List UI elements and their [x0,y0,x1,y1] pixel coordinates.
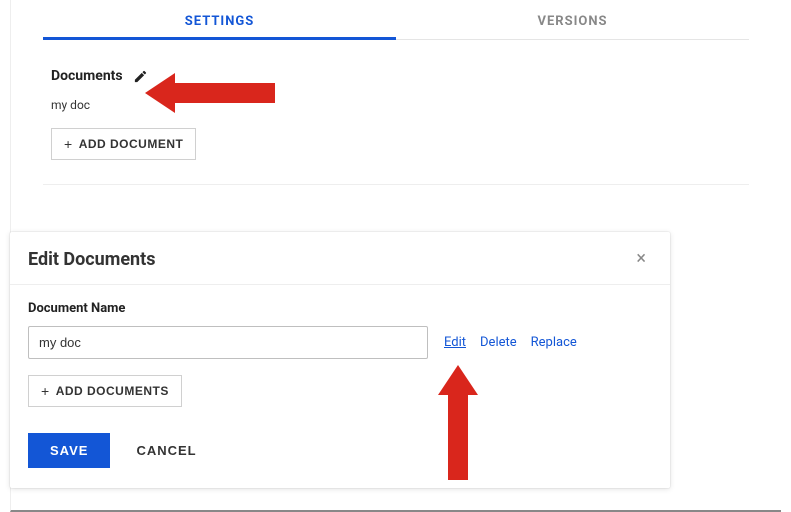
document-name-input[interactable] [28,326,428,359]
edit-pencil-icon[interactable] [133,69,148,84]
document-list-item: my doc [51,98,741,112]
close-icon[interactable]: × [630,246,652,272]
active-tab-indicator [43,37,396,40]
save-button[interactable]: SAVE [28,433,110,468]
tabs-bar: SETTINGS VERSIONS [43,0,749,40]
add-document-label: ADD DOCUMENT [79,137,184,151]
plus-icon: + [41,384,50,398]
documents-heading: Documents [51,68,123,84]
documents-section: Documents my doc + ADD DOCUMENT [11,40,781,170]
document-name-label: Document Name [28,301,652,316]
delete-link[interactable]: Delete [480,335,517,350]
plus-icon: + [64,137,73,151]
document-actions: Edit Delete Replace [444,335,577,350]
section-divider [43,184,749,185]
panel-title: Edit Documents [28,249,155,270]
add-document-button[interactable]: + ADD DOCUMENT [51,128,196,160]
edit-documents-panel: Edit Documents × Document Name Edit Dele… [10,232,670,488]
add-documents-button[interactable]: + ADD DOCUMENTS [28,375,182,407]
add-documents-label: ADD DOCUMENTS [56,384,169,398]
tab-versions[interactable]: VERSIONS [396,0,749,39]
edit-link[interactable]: Edit [444,335,466,350]
replace-link[interactable]: Replace [531,335,577,350]
tab-settings[interactable]: SETTINGS [43,0,396,39]
cancel-button[interactable]: CANCEL [130,442,202,459]
